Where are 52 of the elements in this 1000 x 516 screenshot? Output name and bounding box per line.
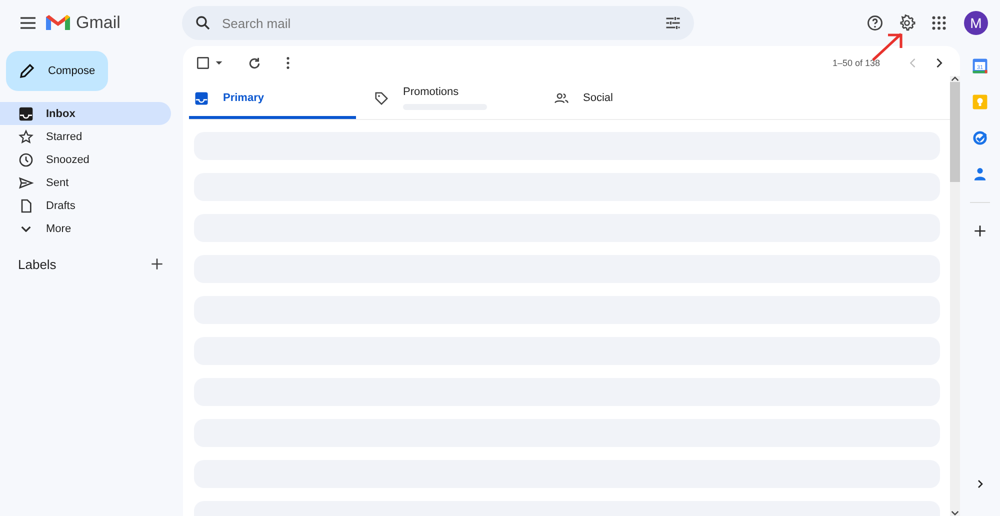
more-options-icon[interactable]: [286, 56, 290, 70]
sidebar-label: More: [46, 222, 72, 234]
pencil-icon: [18, 62, 36, 80]
sidebar-label: Starred: [46, 130, 82, 142]
refresh-icon[interactable]: [247, 56, 262, 70]
settings-icon[interactable]: [898, 14, 916, 32]
account-avatar[interactable]: M: [964, 11, 988, 35]
category-tab[interactable]: Primary: [189, 80, 356, 119]
help-icon[interactable]: [866, 14, 884, 32]
caret-icon[interactable]: [215, 59, 223, 67]
sidebar-label: Snoozed: [46, 154, 90, 166]
people-icon: [554, 90, 569, 106]
sidebar-item[interactable]: Snoozed: [0, 148, 171, 171]
tab-label: Promotions: [403, 86, 460, 98]
labels-heading: Labels: [18, 256, 56, 272]
category-tab[interactable]: Social: [549, 80, 716, 119]
tag-icon: [374, 90, 389, 106]
inbox-icon: [194, 90, 209, 106]
compose-button[interactable]: Compose: [6, 51, 108, 91]
clock-icon: [18, 152, 34, 168]
scrollbar-thumb[interactable]: [950, 82, 960, 182]
person-icon[interactable]: [972, 166, 988, 182]
tab-label: Social: [583, 92, 613, 104]
sidebar-item[interactable]: Inbox: [0, 102, 171, 125]
gmail-logo-icon[interactable]: [46, 14, 70, 32]
task-check-icon[interactable]: [972, 130, 988, 146]
add-icon[interactable]: [149, 256, 165, 272]
filter-options-icon[interactable]: [664, 14, 682, 32]
star-icon: [18, 128, 34, 144]
search-field[interactable]: Search mail: [220, 14, 656, 32]
pagination-text: 1–50 of 138: [832, 58, 880, 68]
sidebar-label: Sent: [46, 176, 69, 188]
tab-label: Primary: [223, 92, 264, 104]
scrollbar[interactable]: [950, 76, 960, 516]
search-icon[interactable]: [194, 14, 212, 32]
category-tab[interactable]: Promotions: [369, 80, 536, 119]
select-checkbox-icon[interactable]: [195, 55, 211, 71]
app-name: Gmail: [76, 13, 120, 33]
sidebar-label: Drafts: [46, 200, 76, 212]
scroll-down-icon[interactable]: [951, 510, 959, 516]
send-icon: [18, 174, 34, 190]
sidebar-item[interactable]: Starred: [0, 125, 171, 148]
search-bar[interactable]: Search mail: [182, 6, 694, 40]
sidebar-item[interactable]: Sent: [0, 171, 171, 194]
scroll-up-icon[interactable]: [951, 76, 959, 82]
inbox-icon: [18, 106, 34, 122]
sidebar-item[interactable]: Drafts: [0, 194, 171, 217]
sidebar-label: Inbox: [46, 108, 76, 120]
apps-grid-icon[interactable]: [930, 14, 948, 32]
sidebar-item[interactable]: More: [0, 217, 171, 240]
add-icon[interactable]: [972, 223, 988, 239]
chevron-down-icon: [21, 226, 31, 232]
